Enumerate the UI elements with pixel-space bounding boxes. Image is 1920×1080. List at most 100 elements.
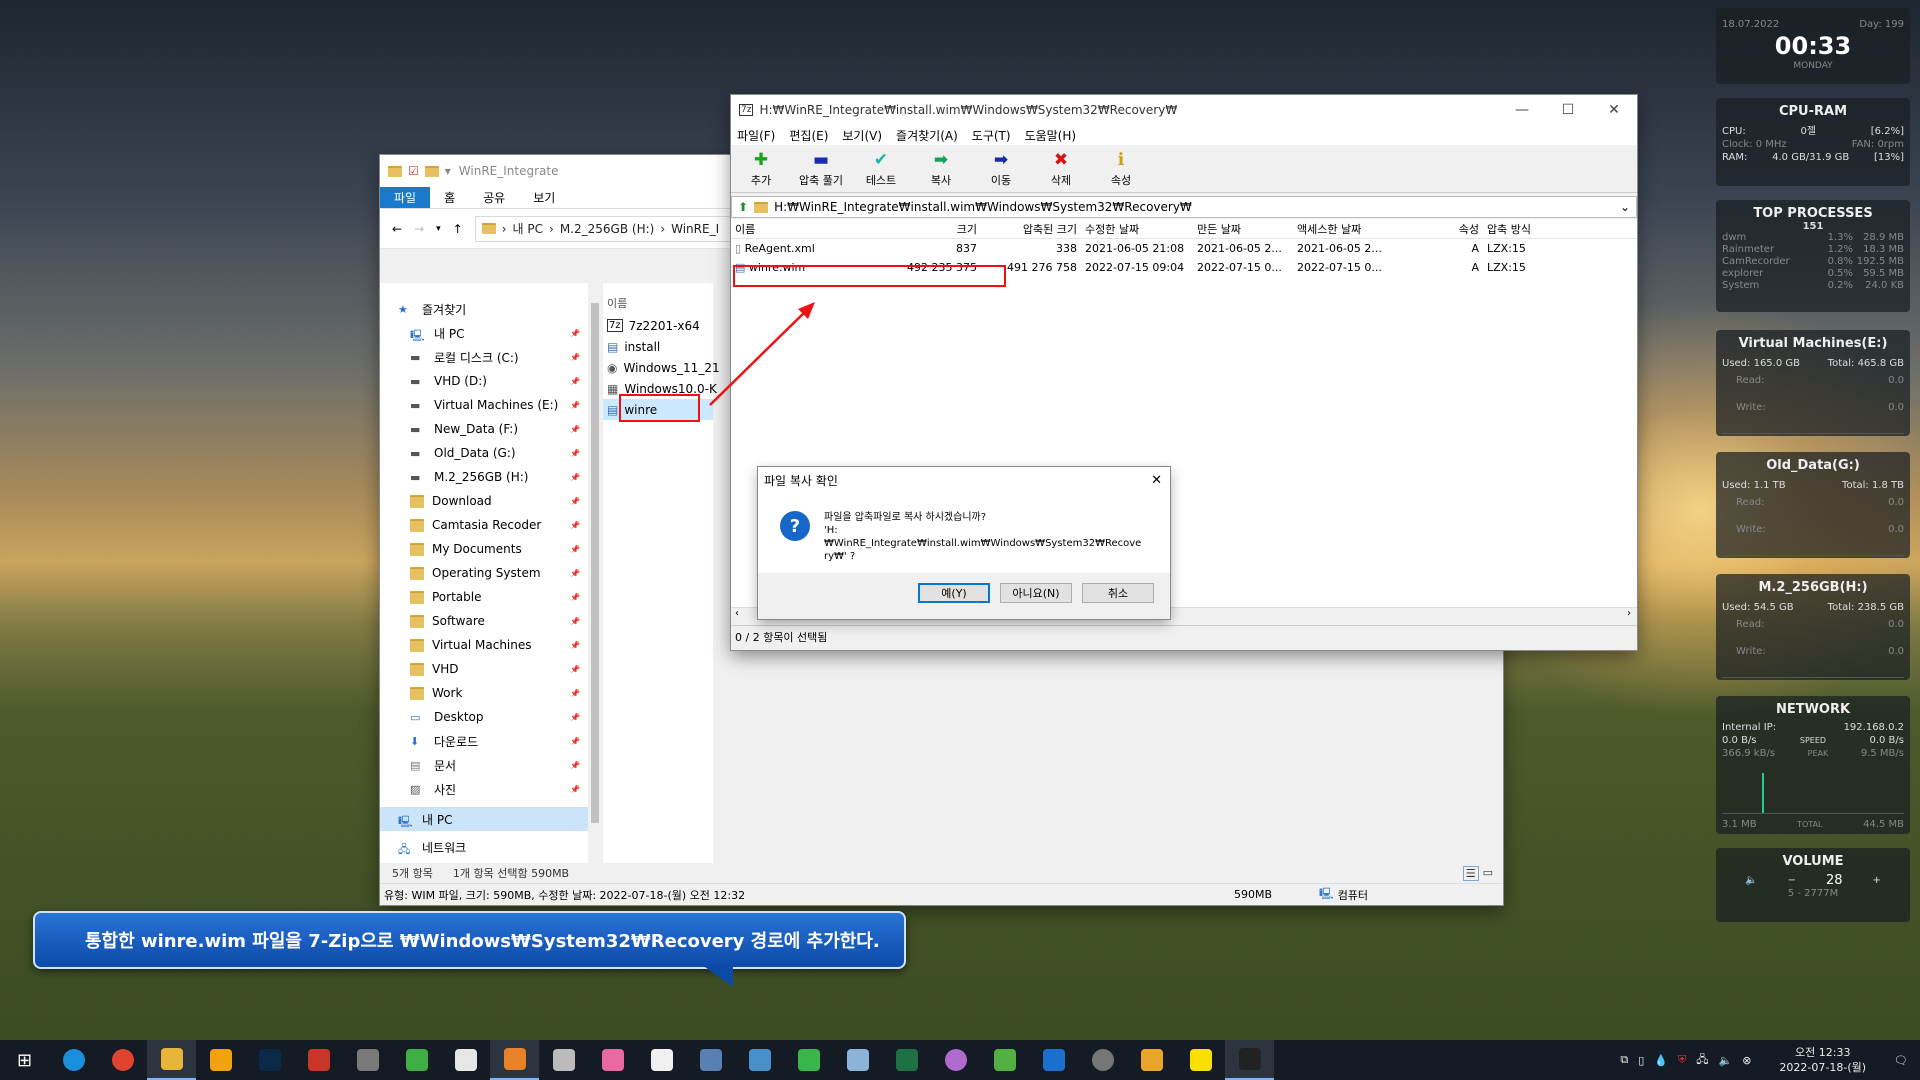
- taskbar-app[interactable]: [1176, 1040, 1225, 1080]
- column-header[interactable]: 액세스한 날짜: [1293, 221, 1443, 237]
- taskbar-app[interactable]: [980, 1040, 1029, 1080]
- tab-file[interactable]: 파일: [380, 187, 431, 208]
- taskbar-app[interactable]: [784, 1040, 833, 1080]
- tab-share[interactable]: 공유: [469, 187, 519, 208]
- taskbar-app[interactable]: [343, 1040, 392, 1080]
- taskbar-app[interactable]: [931, 1040, 980, 1080]
- taskbar-app[interactable]: [490, 1040, 539, 1080]
- list-item[interactable]: ◉ Windows_11_21: [603, 357, 720, 378]
- toolbar-button-info[interactable]: ℹ 속성: [1097, 145, 1145, 192]
- cancel-button[interactable]: 취소: [1082, 583, 1154, 603]
- column-header[interactable]: 압축 방식: [1483, 221, 1583, 237]
- taskbar-app[interactable]: [294, 1040, 343, 1080]
- sidebar-item[interactable]: Portable 📌: [380, 585, 588, 609]
- column-header[interactable]: 속성: [1443, 221, 1483, 237]
- recent-chevron-icon[interactable]: ▾: [436, 224, 441, 234]
- sidebar-item[interactable]: 🖳 내 PC 📌: [380, 321, 588, 345]
- toolbar-button-delete[interactable]: ✖ 삭제: [1037, 145, 1085, 192]
- taskbar-app[interactable]: [245, 1040, 294, 1080]
- list-item[interactable]: ▤ install: [603, 336, 713, 357]
- taskbar-app[interactable]: [1225, 1040, 1274, 1080]
- sidebar-item[interactable]: VHD 📌: [380, 657, 588, 681]
- menu-view[interactable]: 보기(V): [842, 127, 882, 144]
- speaker-icon[interactable]: 🔈: [1745, 875, 1757, 886]
- tiles-view-icon[interactable]: ▭: [1483, 866, 1493, 881]
- table-row[interactable]: ▯ ReAgent.xml 837 338 2021-06-05 21:08 2021-…: [731, 239, 1637, 258]
- properties-icon[interactable]: ☑: [408, 164, 419, 178]
- path-bar[interactable]: ⬆ H:₩WinRE_Integrate₩install.wim₩Windows…: [731, 196, 1637, 218]
- sidebar-item[interactable]: ▬ Old_Data (G:) 📌: [380, 441, 588, 465]
- tab-home[interactable]: 홈: [430, 187, 469, 208]
- table-row[interactable]: ▤ winre.wim 492 235 375 491 276 758 2022-07…: [731, 258, 1637, 277]
- taskbar-app[interactable]: [1127, 1040, 1176, 1080]
- taskbar-app[interactable]: [833, 1040, 882, 1080]
- taskbar-app[interactable]: [196, 1040, 245, 1080]
- sidebar-item[interactable]: ▬ Virtual Machines (E:) 📌: [380, 393, 588, 417]
- taskbar-app[interactable]: [637, 1040, 686, 1080]
- back-icon[interactable]: ←: [392, 222, 402, 236]
- column-header[interactable]: 수정한 날짜: [1081, 221, 1193, 237]
- forward-icon[interactable]: →: [414, 222, 424, 236]
- sidebar-item[interactable]: ▭ Desktop 📌: [380, 705, 588, 729]
- toolbar-button-add[interactable]: ✚ 추가: [737, 145, 785, 192]
- taskbar-app[interactable]: [1029, 1040, 1078, 1080]
- network-tray-icon[interactable]: 🖧: [1696, 1051, 1708, 1070]
- toolbar-button-copy[interactable]: ➡ 복사: [917, 145, 965, 192]
- navigation-scrollbar[interactable]: [588, 283, 602, 863]
- sidebar-item[interactable]: ▨ 사진 📌: [380, 777, 588, 801]
- breadcrumb-folder[interactable]: WinRE_I: [671, 222, 719, 236]
- usb-icon[interactable]: ▯: [1638, 1054, 1644, 1067]
- sidebar-item[interactable]: Virtual Machines 📌: [380, 633, 588, 657]
- minimize-button[interactable]: —: [1499, 102, 1545, 118]
- start-button[interactable]: ⊞: [0, 1040, 49, 1080]
- sidebar-item[interactable]: ★ 즐겨찾기: [380, 297, 588, 321]
- maximize-button[interactable]: ☐: [1545, 102, 1591, 118]
- close-button[interactable]: ✕: [1151, 473, 1162, 488]
- taskbar-app[interactable]: [441, 1040, 490, 1080]
- toolbar-button-test[interactable]: ✔ 테스트: [857, 145, 905, 192]
- drop-icon[interactable]: 💧: [1654, 1054, 1668, 1067]
- list-item[interactable]: ▦ Windows10.0-K: [603, 378, 717, 399]
- menu-tools[interactable]: 도구(T): [972, 127, 1011, 144]
- menu-file[interactable]: 파일(F): [737, 127, 775, 144]
- sidebar-item[interactable]: ▬ VHD (D:) 📌: [380, 369, 588, 393]
- column-header[interactable]: 크기: [891, 221, 981, 237]
- sidebar-item[interactable]: ⬇ 다운로드 📌: [380, 729, 588, 753]
- task-view-icon[interactable]: ⧉: [1620, 1053, 1628, 1067]
- taskbar-app[interactable]: [147, 1040, 196, 1080]
- sidebar-item[interactable]: Work 📌: [380, 681, 588, 705]
- volume-down-button[interactable]: −: [1788, 875, 1796, 886]
- column-header[interactable]: 이름: [731, 221, 891, 237]
- column-header[interactable]: 압축된 크기: [981, 221, 1081, 237]
- up-icon[interactable]: ↑: [453, 222, 463, 236]
- taskbar-app[interactable]: [882, 1040, 931, 1080]
- new-folder-icon[interactable]: [424, 165, 439, 177]
- list-item-selected[interactable]: ▤ winre: [603, 399, 713, 420]
- column-header[interactable]: 만든 날짜: [1193, 221, 1293, 237]
- parent-folder-icon[interactable]: ⬆: [738, 200, 748, 214]
- sidebar-item[interactable]: ▤ 문서 📌: [380, 753, 588, 777]
- column-header-name[interactable]: 이름: [603, 295, 713, 315]
- details-view-icon[interactable]: ☰: [1462, 865, 1479, 881]
- chevron-down-icon[interactable]: ⌄: [1620, 200, 1630, 214]
- sidebar-item[interactable]: 🖧 네트워크: [380, 835, 588, 859]
- taskbar-app[interactable]: [1078, 1040, 1127, 1080]
- sidebar-item[interactable]: ▬ 로컬 디스크 (C:) 📌: [380, 345, 588, 369]
- taskbar-app[interactable]: [588, 1040, 637, 1080]
- taskbar-app[interactable]: [392, 1040, 441, 1080]
- sidebar-item[interactable]: Camtasia Recoder 📌: [380, 513, 588, 537]
- volume-up-button[interactable]: +: [1873, 875, 1881, 886]
- chevron-down-icon[interactable]: ▾: [445, 164, 451, 178]
- menu-favorites[interactable]: 즐겨찾기(A): [896, 127, 958, 144]
- sidebar-item[interactable]: My Documents 📌: [380, 537, 588, 561]
- security-icon[interactable]: ⛨: [1678, 1053, 1686, 1067]
- breadcrumb-pc[interactable]: 내 PC: [513, 220, 543, 237]
- sidebar-item[interactable]: Operating System 📌: [380, 561, 588, 585]
- yes-button[interactable]: 예(Y): [918, 583, 990, 603]
- taskbar-app[interactable]: [98, 1040, 147, 1080]
- taskbar-app[interactable]: [686, 1040, 735, 1080]
- folder-icon[interactable]: [388, 165, 402, 177]
- taskbar-app[interactable]: [49, 1040, 98, 1080]
- toolbar-button-move[interactable]: ➡ 이동: [977, 145, 1025, 192]
- volume-tray-icon[interactable]: 🔈: [1719, 1054, 1733, 1067]
